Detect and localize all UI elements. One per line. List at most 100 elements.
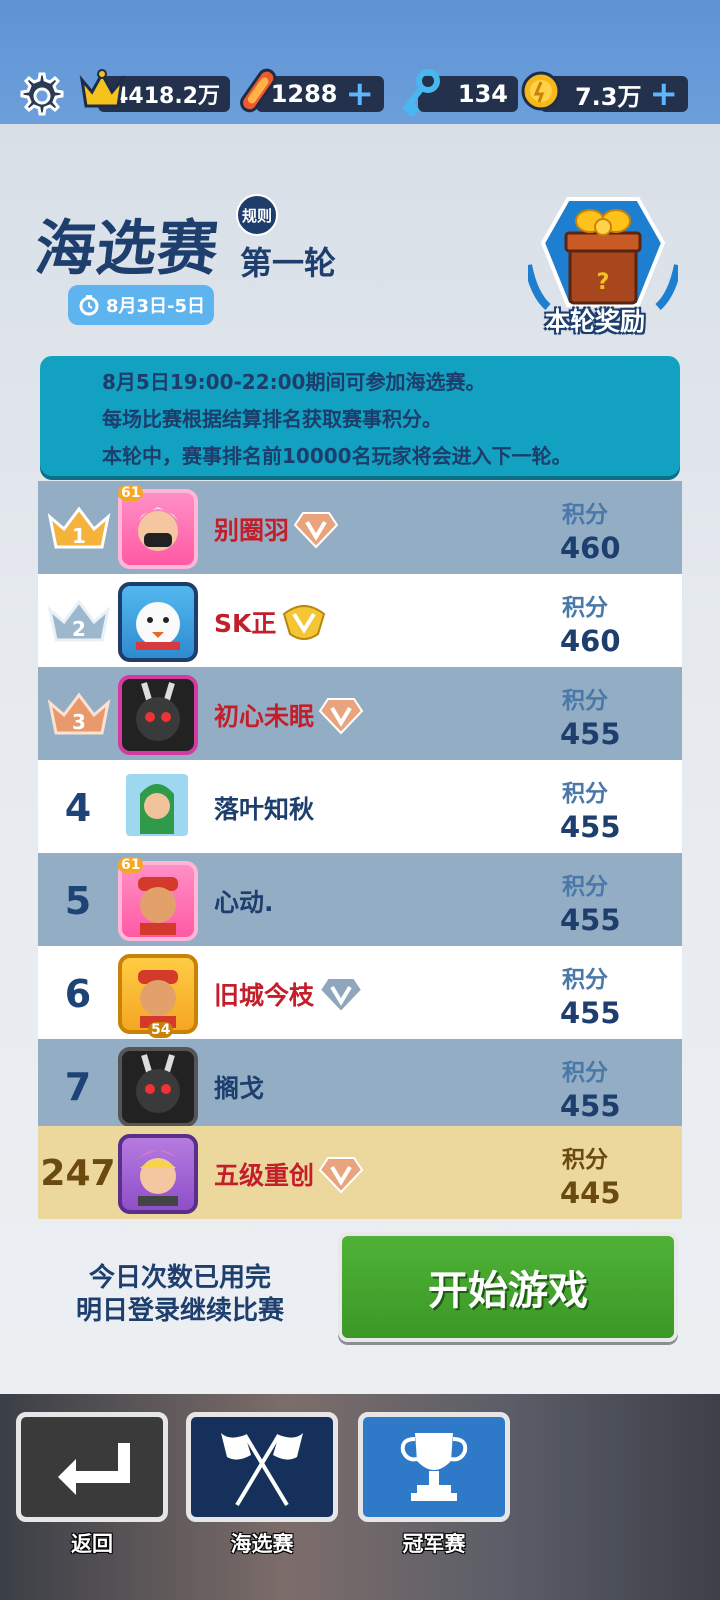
score-value: 455 — [560, 717, 621, 751]
start-game-button[interactable]: 开始游戏 — [338, 1232, 678, 1342]
info-line: 8月5日19:00-22:00期间可参加海选赛。 — [102, 370, 486, 394]
diamond-tier-icon — [293, 511, 339, 548]
gold-crown-rank-icon: 1 — [47, 506, 111, 549]
platinum-tier-icon — [318, 976, 364, 1013]
score-label: 积分 — [562, 1147, 608, 1173]
score-label: 积分 — [562, 781, 608, 807]
back-label: 返回 — [71, 1532, 113, 1556]
player-name: 初心未眠 — [214, 667, 364, 762]
rank-number: 2 — [72, 617, 86, 641]
player-avatar[interactable] — [118, 1047, 198, 1126]
avatar-level-badge: 54 — [148, 1022, 174, 1038]
score-value: 460 — [560, 624, 621, 658]
my-rank-number: 247 — [40, 1153, 116, 1194]
status-line: 明日登录继续比赛 — [75, 1296, 284, 1326]
player-name-text: 心动. — [214, 887, 274, 917]
player-name-text: 五级重创 — [214, 1160, 315, 1190]
svg-text:?: ? — [597, 270, 610, 295]
rank-number: 7 — [64, 1064, 92, 1109]
round-label: 第一轮 — [240, 244, 337, 282]
leaderboard-row[interactable]: 3 初心未眠 积分 455 — [38, 667, 682, 762]
player-avatar[interactable]: 54 — [118, 954, 198, 1038]
leaderboard-row[interactable]: 1 61 别圈羽 积分 460 — [38, 481, 682, 576]
date-range-text: 8月3日-5日 — [106, 296, 206, 317]
leaderboard-row[interactable]: 2 SK正 积分 460 — [38, 574, 682, 669]
score-label: 积分 — [562, 502, 608, 528]
my-player-name: 五级重创 — [214, 1126, 364, 1221]
player-name-text: 别圈羽 — [214, 515, 290, 545]
rules-info-box: 8月5日19:00-22:00期间可参加海选赛。 每场比赛根据结算排名获取赛事积… — [40, 356, 680, 476]
rank-number: 3 — [72, 710, 86, 734]
rules-button[interactable]: 规则 — [236, 194, 278, 236]
qualifier-tab[interactable] — [186, 1412, 338, 1522]
player-avatar[interactable]: 61 — [118, 857, 198, 941]
leaderboard-list[interactable]: 1 61 别圈羽 积分 460 2 SK正 积分 460 3 初心未眠 积分 4… — [38, 481, 682, 1126]
player-name: 别圈羽 — [214, 481, 339, 576]
score-label: 积分 — [562, 1060, 608, 1086]
info-line: 本轮中，赛事排名前10000名玩家将会进入下一轮。 — [102, 444, 572, 468]
score-label: 积分 — [562, 874, 608, 900]
qualifier-label: 海选赛 — [230, 1532, 294, 1556]
player-avatar[interactable] — [126, 774, 188, 836]
player-name-text: 落叶知秋 — [214, 794, 315, 824]
trophy-icon — [400, 1433, 468, 1501]
player-name: 落叶知秋 — [214, 760, 314, 855]
crown-icon — [78, 66, 126, 114]
add-hoverboard-button[interactable]: + — [346, 77, 375, 111]
stopwatch-icon — [78, 294, 100, 316]
my-score-value: 445 — [560, 1176, 621, 1210]
bronze-crown-rank-icon: 3 — [47, 692, 111, 735]
rank-number: 4 — [64, 785, 92, 830]
rank-number: 6 — [64, 971, 92, 1016]
leaderboard-row[interactable]: 5 61 心动. 积分 455 — [38, 853, 682, 948]
coin-icon — [520, 70, 562, 112]
crossed-flags-icon — [221, 1433, 303, 1507]
player-name: 搁戈 — [214, 1039, 264, 1126]
rank-number: 1 — [72, 524, 86, 548]
silver-crown-rank-icon: 2 — [47, 599, 111, 642]
score-label: 积分 — [562, 688, 608, 714]
info-line: 每场比赛根据结算排名获取赛事积分。 — [102, 407, 442, 431]
champion-tab[interactable] — [358, 1412, 510, 1522]
settings-gear-icon[interactable] — [14, 68, 66, 120]
player-name-text: 搁戈 — [214, 1073, 265, 1103]
leaderboard-row[interactable]: 7 搁戈 积分 455 — [38, 1039, 682, 1126]
player-name: 心动. — [214, 853, 274, 948]
score-value: 460 — [560, 531, 621, 565]
player-name: SK正 — [214, 574, 328, 669]
score-label: 积分 — [562, 967, 608, 993]
player-avatar[interactable] — [118, 675, 198, 755]
score-label: 积分 — [562, 595, 608, 621]
player-name-text: SK正 — [214, 608, 277, 638]
key-icon — [398, 68, 442, 116]
page-title: 海选赛 — [31, 214, 223, 284]
player-name-text: 旧城今枝 — [214, 980, 315, 1010]
leaderboard-row[interactable]: 6 54 旧城今枝 积分 455 — [38, 946, 682, 1041]
attempts-status: 今日次数已用完 明日登录继续比赛 — [40, 1262, 320, 1328]
score-value: 455 — [560, 996, 621, 1030]
add-coins-button[interactable]: + — [650, 77, 679, 111]
player-name: 旧城今枝 — [214, 946, 364, 1041]
back-button[interactable] — [16, 1412, 168, 1522]
key-count: 134 — [457, 80, 508, 108]
coin-count: 7.3万 — [574, 82, 642, 111]
diamond-tier-icon — [318, 697, 364, 734]
champion-label: 冠军赛 — [402, 1532, 466, 1556]
round-reward-label: 本轮奖励 — [545, 307, 646, 336]
gold-tier-icon — [283, 604, 326, 640]
player-name-text: 初心未眠 — [214, 701, 315, 731]
player-avatar[interactable]: 61 — [118, 485, 198, 569]
avatar-level-badge: 61 — [118, 485, 144, 501]
leaderboard-row[interactable]: 4 落叶知秋 积分 455 — [38, 760, 682, 855]
avatar-level-badge: 61 — [118, 857, 144, 873]
back-arrow-icon — [58, 1443, 130, 1495]
player-avatar[interactable] — [118, 582, 198, 662]
my-rank-row[interactable]: 247 五级重创 积分 445 — [38, 1126, 682, 1219]
score-value: 455 — [560, 1089, 621, 1123]
date-range-badge: 8月3日-5日 — [68, 285, 214, 325]
my-avatar[interactable] — [118, 1134, 198, 1214]
coin-counter: 7.3万 + — [540, 76, 688, 112]
status-line: 今日次数已用完 — [88, 1263, 271, 1293]
hoverboard-icon — [236, 66, 282, 116]
score-value: 455 — [560, 903, 621, 937]
